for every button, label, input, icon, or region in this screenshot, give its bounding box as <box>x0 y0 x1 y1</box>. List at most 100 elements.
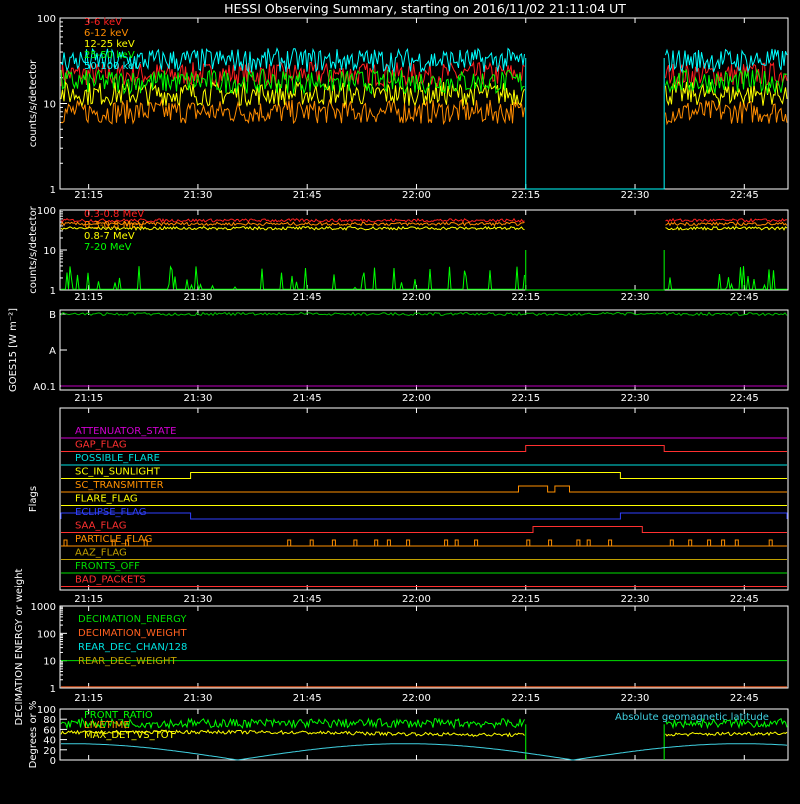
x-tick-label: 21:15 <box>74 393 103 404</box>
legend-entry: REAR_DEC_WEIGHT <box>78 656 177 667</box>
y-tick-label: 100 <box>37 629 56 640</box>
flag-label: ATTENUATOR_STATE <box>75 426 176 437</box>
y-tick-label: 20 <box>43 746 56 757</box>
y-tick-label: 40 <box>43 736 56 747</box>
y-tick-label: A <box>49 346 56 357</box>
hessi-summary-chart: HESSI Observing Summary, starting on 201… <box>0 0 800 800</box>
flag-label: SC_TRANSMITTER <box>75 480 164 491</box>
flag-label: BAD_PACKETS <box>75 575 146 586</box>
x-tick-label: 21:45 <box>293 693 322 704</box>
flag-line <box>60 512 788 520</box>
x-tick-label: 22:30 <box>621 393 650 404</box>
y-tick-label: A0.1 <box>33 382 56 393</box>
goes-line <box>60 311 788 317</box>
legend-entry: 12-25 keV <box>84 39 135 50</box>
legend-entry: 0.8-7 MeV <box>84 231 135 242</box>
x-tick-label: 21:30 <box>184 190 213 201</box>
legend-entry: 6-12 keV <box>84 28 128 39</box>
flag-label: FRONTS_OFF <box>75 561 140 572</box>
x-tick-label: 22:00 <box>402 594 431 605</box>
flag-label: SAA_FLAG <box>75 521 126 532</box>
x-tick-label: 22:45 <box>730 693 759 704</box>
flag-line <box>61 445 787 452</box>
legend-entry: 3-6 keV <box>84 17 122 28</box>
legend-entry: 0.3-0.8 MeV <box>84 209 144 220</box>
y-tick-label: 1 <box>50 185 56 196</box>
y-axis-label: Flags <box>28 486 39 512</box>
x-tick-label: 22:45 <box>730 393 759 404</box>
flag-label: SC_IN_SUNLIGHT <box>75 467 161 478</box>
flag-line <box>61 472 787 479</box>
legend-entry: 25-50 keV <box>84 50 135 61</box>
legend-entry: DECIMATION_WEIGHT <box>78 628 187 639</box>
y-tick-label: B <box>49 310 56 321</box>
legend-entry: 0.3-0.8 MeV <box>84 220 144 231</box>
flag-label: AAZ_FLAG <box>75 548 127 559</box>
x-tick-label: 22:30 <box>621 292 650 303</box>
flag-label: FLARE_FLAG <box>75 494 138 505</box>
x-tick-label: 22:15 <box>511 594 540 605</box>
gap-line <box>525 58 665 190</box>
y-tick-label: 1 <box>50 286 56 297</box>
y-axis-label: counts/s/detector <box>28 59 39 147</box>
x-tick-label: 21:15 <box>74 190 103 201</box>
x-tick-label: 21:45 <box>293 190 322 201</box>
flag-label: GAP_FLAG <box>75 440 127 451</box>
x-tick-label: 21:15 <box>74 594 103 605</box>
y-tick-label: 60 <box>43 725 56 736</box>
x-tick-label: 22:45 <box>730 190 759 201</box>
flag-line <box>61 485 787 493</box>
y-tick-label: 1 <box>50 684 56 695</box>
series-line <box>60 221 788 227</box>
x-tick-label: 22:00 <box>402 292 431 303</box>
series-line <box>60 225 788 231</box>
flag-label: POSSIBLE_FLARE <box>75 453 160 464</box>
y-tick-label: 1000 <box>31 602 56 613</box>
legend-entry: 7-20 MeV <box>84 242 132 253</box>
x-tick-label: 22:30 <box>621 594 650 605</box>
x-tick-label: 21:15 <box>74 693 103 704</box>
x-tick-label: 22:15 <box>511 292 540 303</box>
x-tick-label: 21:45 <box>293 594 322 605</box>
legend-entry: Absolute geomagnetic latitude <box>615 712 769 723</box>
y-tick-label: 80 <box>43 715 56 726</box>
chart-svg: HESSI Observing Summary, starting on 201… <box>8 1 789 768</box>
x-tick-label: 22:45 <box>730 594 759 605</box>
x-tick-label: 22:30 <box>621 190 650 201</box>
panel-frame <box>59 309 789 391</box>
x-tick-label: 22:45 <box>730 292 759 303</box>
y-axis-label: DECIMATION ENERGY or weight <box>14 568 25 725</box>
y-tick-label: 100 <box>37 206 56 217</box>
x-tick-label: 21:15 <box>74 292 103 303</box>
y-axis-label: GOES15 [W m⁻²] <box>8 308 19 392</box>
y-tick-label: 10 <box>43 100 56 111</box>
x-tick-label: 21:30 <box>184 594 213 605</box>
x-tick-label: 22:15 <box>511 190 540 201</box>
x-tick-label: 22:00 <box>402 693 431 704</box>
legend-entry: REAR_DEC_CHAN/128 <box>78 642 187 653</box>
x-tick-label: 21:45 <box>293 292 322 303</box>
x-tick-label: 22:00 <box>402 190 431 201</box>
geomag-latitude-line <box>61 743 788 761</box>
particle-flag-pulses <box>63 539 773 546</box>
y-tick-label: 10 <box>43 657 56 668</box>
gap-line <box>525 250 665 291</box>
y-tick-label: 100 <box>37 705 56 716</box>
y-tick-label: 100 <box>37 14 56 25</box>
x-tick-label: 22:15 <box>511 393 540 404</box>
series-line <box>60 217 787 223</box>
y-axis-label: counts/s/detector <box>28 205 39 293</box>
x-tick-label: 21:30 <box>184 393 213 404</box>
x-tick-label: 22:00 <box>402 393 431 404</box>
y-tick-label: 10 <box>43 246 56 257</box>
chart-title: HESSI Observing Summary, starting on 201… <box>224 1 626 16</box>
legend-entry: 50-100 keV <box>84 61 141 72</box>
x-tick-label: 21:45 <box>293 393 322 404</box>
flag-line <box>61 526 787 533</box>
x-tick-label: 22:30 <box>621 693 650 704</box>
legend-entry: DECIMATION_ENERGY <box>78 614 187 625</box>
x-tick-label: 21:30 <box>184 292 213 303</box>
legend-entry: MAX_DET_VS_TOT <box>84 730 176 741</box>
series-line <box>61 265 787 291</box>
y-tick-label: 0 <box>50 756 56 767</box>
